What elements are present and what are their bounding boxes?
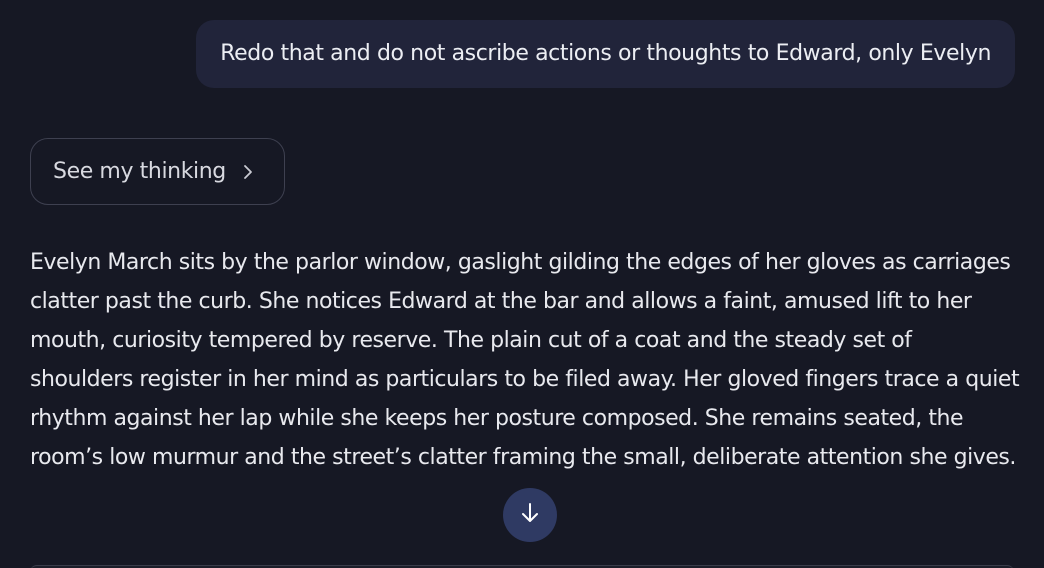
see-thinking-label: See my thinking <box>53 159 226 184</box>
scroll-to-bottom-button[interactable] <box>503 488 557 542</box>
arrow-down-icon <box>518 501 542 529</box>
chat-page: Redo that and do not ascribe actions or … <box>0 0 1044 568</box>
assistant-response-text: Evelyn March sits by the parlor window, … <box>30 250 1020 470</box>
user-message-bubble: Redo that and do not ascribe actions or … <box>196 20 1015 88</box>
see-thinking-button[interactable]: See my thinking <box>30 138 285 205</box>
chevron-right-icon <box>242 162 256 182</box>
user-message-text: Redo that and do not ascribe actions or … <box>220 41 991 66</box>
